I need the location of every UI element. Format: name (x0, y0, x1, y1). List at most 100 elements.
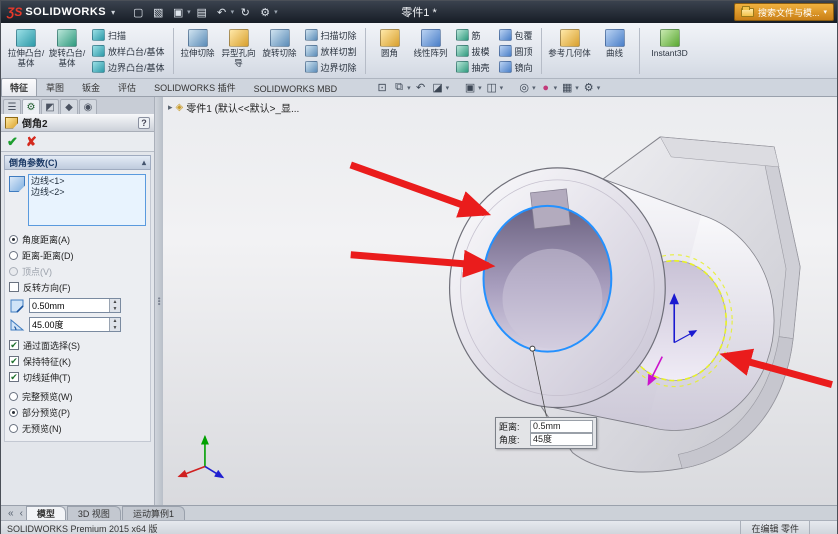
view-settings-dropdown-icon[interactable]: ▾ (597, 84, 601, 92)
section-view-icon[interactable]: ◪ (430, 80, 446, 95)
tab-model[interactable]: 模型 (25, 506, 66, 520)
appearance-dropdown-icon[interactable]: ▾ (554, 84, 558, 92)
extrude-boss-button[interactable]: 拉伸凸台/基体 (6, 25, 46, 77)
options-button[interactable]: ⚙ (256, 4, 274, 21)
save-button[interactable]: ▣ (169, 4, 187, 21)
tangent-propagation-checkbox-row[interactable]: ✔ 切线延伸(T) (9, 370, 146, 384)
callout-angle-value[interactable]: 45度 (530, 433, 593, 446)
graphics-viewport[interactable]: ▸ ◈ 零件1 (默认<<默认>_显... 距离: 0.5mm 角度: 45度 (163, 97, 837, 505)
shell-button[interactable]: 抽壳 (452, 60, 494, 75)
previous-view-icon[interactable]: ↶ (413, 80, 429, 95)
instant3d-button[interactable]: Instant3D (644, 25, 696, 77)
tab-3d-views[interactable]: 3D 视图 (66, 506, 121, 520)
draft-button[interactable]: 拔模 (452, 44, 494, 59)
extruded-cut-button[interactable]: 拉伸切除 (178, 25, 218, 77)
full-preview-radio-row[interactable]: 完整预览(W) (9, 389, 146, 403)
select-through-faces-checkbox-row[interactable]: ✔ 通过面选择(S) (9, 338, 146, 352)
zoom-area-icon[interactable]: ⧉ (391, 80, 407, 95)
scene-dropdown-icon[interactable]: ▾ (575, 84, 579, 92)
edit-appearance-icon[interactable]: ● (538, 80, 554, 95)
tab-nav-prev-icon[interactable]: ‹ (17, 508, 26, 519)
selected-edge-item[interactable]: 边线<1> (31, 176, 143, 187)
dimxpert-manager-tab-icon[interactable]: ◆ (60, 99, 78, 114)
boundary-boss-button[interactable]: 边界凸台/基体 (88, 60, 169, 75)
distance-distance-radio[interactable] (9, 250, 18, 260)
distance-distance-radio-row[interactable]: 距离-距离(D) (9, 248, 146, 262)
help-icon[interactable]: ? (138, 116, 150, 129)
flip-direction-checkbox[interactable] (9, 282, 19, 292)
wrap-button[interactable]: 包覆 (495, 28, 537, 43)
panel-splitter[interactable]: ••• (155, 97, 164, 505)
display-manager-tab-icon[interactable]: ◉ (79, 99, 97, 114)
options-dropdown-icon[interactable]: ▾ (274, 8, 278, 16)
feature-tree-tab-icon[interactable]: ☰ (3, 99, 21, 114)
view-settings-icon[interactable]: ⚙ (581, 80, 597, 95)
angle-spinner[interactable]: ▲ ▼ (109, 318, 120, 331)
rebuild-button[interactable]: ↻ (236, 4, 254, 21)
swept-cut-button[interactable]: 扫描切除 (301, 28, 361, 43)
dome-button[interactable]: 圆顶 (495, 44, 537, 59)
chamfer-callout[interactable]: 距离: 0.5mm 角度: 45度 (495, 417, 597, 449)
curves-button[interactable]: 曲线 (595, 25, 635, 77)
mirror-button[interactable]: 镜向 (495, 60, 537, 75)
undo-button[interactable]: ↶ (213, 4, 231, 21)
rib-button[interactable]: 筋 (452, 28, 494, 43)
search-dropdown-icon[interactable]: ▾ (823, 8, 827, 16)
new-document-button[interactable]: ▢ (129, 4, 147, 21)
tree-expand-icon[interactable]: ▸ (168, 102, 173, 113)
partial-preview-radio-row[interactable]: 部分预览(P) (9, 405, 146, 419)
tab-nav-first-icon[interactable]: « (5, 508, 17, 519)
tab-motion-study[interactable]: 运动算例1 (121, 506, 185, 520)
tab-sketch[interactable]: 草图 (37, 78, 73, 96)
flyout-feature-tree[interactable]: ▸ ◈ 零件1 (默认<<默认>_显... (168, 100, 299, 115)
tangent-propagation-checkbox[interactable]: ✔ (9, 372, 19, 382)
tab-features[interactable]: 特征 (1, 78, 38, 96)
search-box[interactable]: 搜索文件与模... ▾ (733, 3, 834, 21)
fillet-button[interactable]: 圆角 (370, 25, 410, 77)
display-style-icon[interactable]: ◫ (484, 80, 500, 95)
zoom-fit-icon[interactable]: ⊡ (374, 80, 390, 95)
angle-distance-radio[interactable] (9, 234, 18, 244)
keep-features-checkbox-row[interactable]: ✔ 保持特征(K) (9, 354, 146, 368)
angle-distance-radio-row[interactable]: 角度距离(A) (9, 232, 146, 246)
tab-sheet-metal[interactable]: 钣金 (73, 78, 109, 96)
flip-direction-checkbox-row[interactable]: 反转方向(F) (9, 280, 146, 294)
angle-input[interactable] (30, 318, 109, 331)
no-preview-radio[interactable] (9, 423, 18, 433)
linear-pattern-button[interactable]: 线性阵列 (411, 25, 451, 77)
cancel-button[interactable]: ✘ (26, 134, 37, 150)
undo-dropdown-icon[interactable]: ▾ (231, 8, 235, 16)
hide-show-items-icon[interactable]: ◎ (516, 80, 532, 95)
property-manager-tab-icon[interactable]: ⚙ (22, 99, 40, 114)
tab-evaluate[interactable]: 评估 (109, 78, 145, 96)
tab-solidworks-mbd[interactable]: SOLIDWORKS MBD (245, 81, 347, 96)
view-orientation-dropdown-icon[interactable]: ▾ (478, 84, 482, 92)
no-preview-radio-row[interactable]: 无预览(N) (9, 421, 146, 435)
selected-edge-item[interactable]: 边线<2> (31, 187, 143, 198)
open-button[interactable]: ▧ (149, 4, 167, 21)
menu-expand-icon[interactable]: ▾ (111, 8, 115, 17)
apply-scene-icon[interactable]: ▦ (559, 80, 575, 95)
app-logo[interactable]: ƷS SOLIDWORKS ▾ (1, 5, 123, 19)
chamfer-parameters-header[interactable]: 倒角参数(C) ▴ (4, 155, 151, 170)
revolved-cut-button[interactable]: 旋转切除 (260, 25, 300, 77)
configuration-manager-tab-icon[interactable]: ◩ (41, 99, 59, 114)
distance-spinner[interactable]: ▲ ▼ (109, 299, 120, 312)
part-front-face[interactable] (448, 167, 666, 409)
collapse-chevron-icon[interactable]: ▴ (142, 158, 146, 167)
swept-boss-button[interactable]: 扫描 (88, 28, 169, 43)
distance-input[interactable] (30, 299, 109, 312)
revolve-boss-button[interactable]: 旋转凸台/基体 (47, 25, 87, 77)
edge-selection-listbox[interactable]: 边线<1> 边线<2> (28, 174, 146, 226)
reference-geometry-button[interactable]: 参考几何体 (546, 25, 594, 77)
spin-down-icon[interactable]: ▼ (110, 324, 120, 331)
display-style-dropdown-icon[interactable]: ▾ (500, 84, 504, 92)
section-dropdown-icon[interactable]: ▾ (446, 84, 450, 92)
full-preview-radio[interactable] (9, 391, 18, 401)
callout-distance-value[interactable]: 0.5mm (530, 420, 593, 433)
hide-show-dropdown-icon[interactable]: ▾ (532, 84, 536, 92)
boundary-cut-button[interactable]: 边界切除 (301, 60, 361, 75)
zoom-dropdown-icon[interactable]: ▾ (407, 84, 411, 92)
ok-button[interactable]: ✔ (7, 134, 18, 150)
lofted-cut-button[interactable]: 放样切割 (301, 44, 361, 59)
